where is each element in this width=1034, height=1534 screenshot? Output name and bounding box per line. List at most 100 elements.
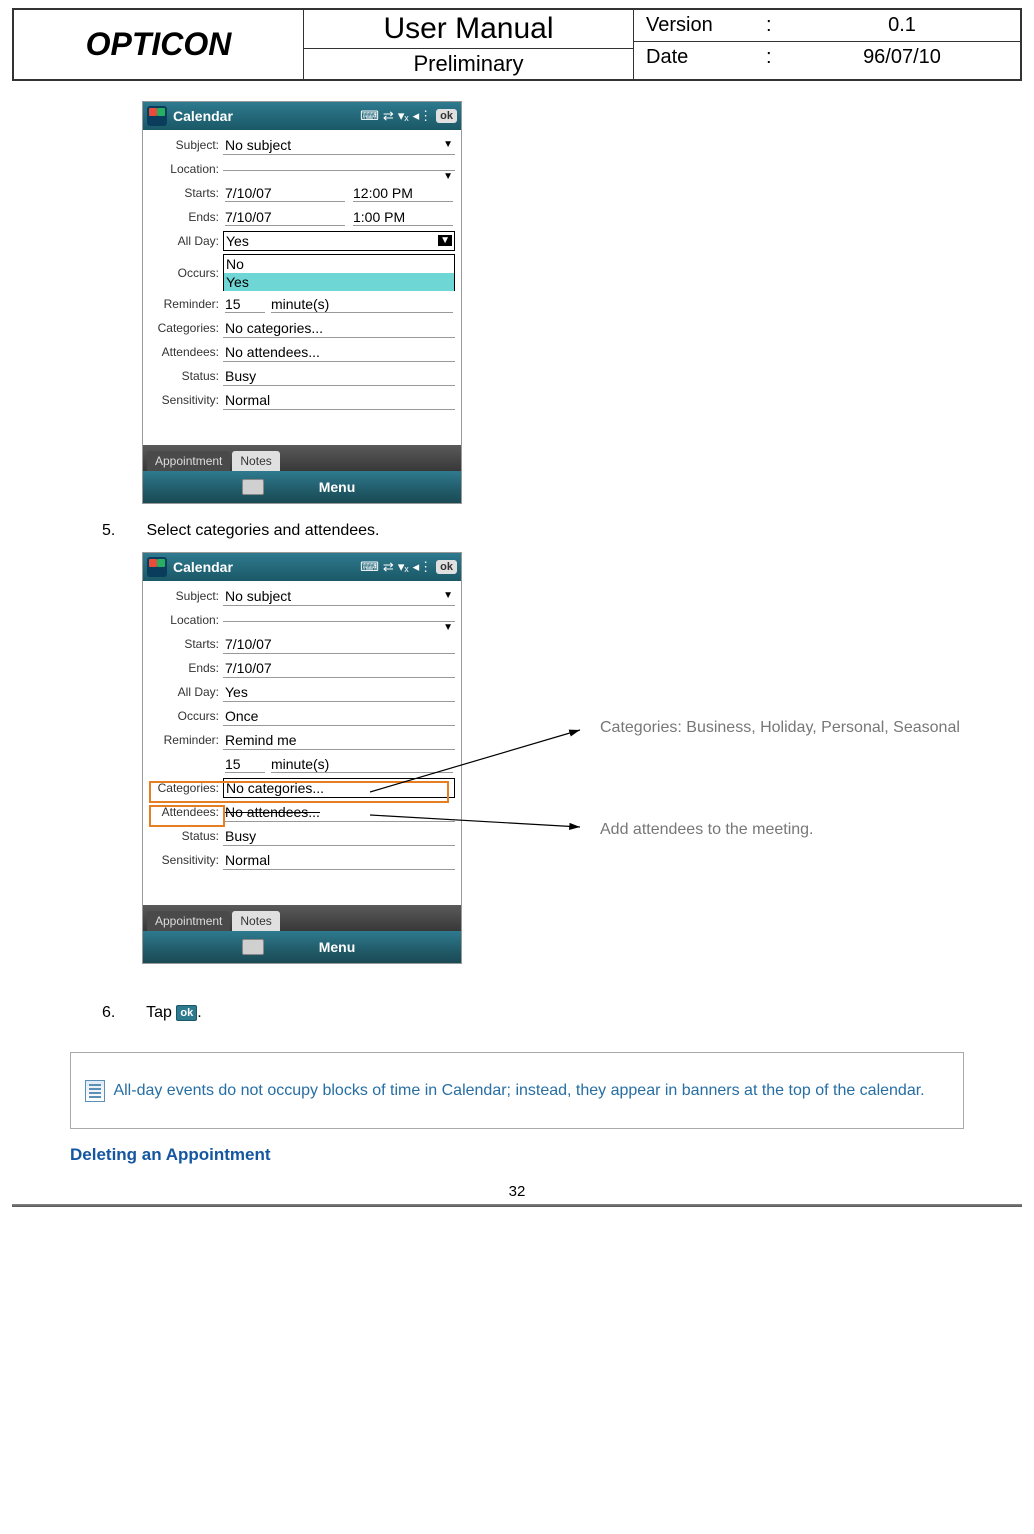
occurs-label: Occurs: — [149, 709, 223, 723]
reminder-qty[interactable]: 15 — [225, 296, 265, 313]
starts-date[interactable]: 7/10/07 — [225, 185, 345, 202]
status-field[interactable]: Busy — [223, 827, 455, 846]
menu-button[interactable]: Menu — [319, 479, 356, 495]
brand-name: OPTICON — [14, 10, 304, 79]
ok-button[interactable]: ok — [436, 560, 457, 574]
signal-icon[interactable]: ▾ₓ — [398, 108, 409, 124]
dropdown-caret-icon[interactable]: ▼ — [443, 622, 453, 633]
categories-label: Categories: — [149, 321, 223, 335]
version-label: Version — [646, 14, 766, 37]
reminder-qty[interactable]: 15 — [225, 756, 265, 773]
occurs-field[interactable]: Once — [223, 707, 455, 726]
speaker-icon[interactable]: ◂⋮ — [413, 108, 433, 124]
page-header: OPTICON User Manual Preliminary Version … — [12, 8, 1022, 81]
status-label: Status: — [149, 369, 223, 383]
reminder-field[interactable]: Remind me — [223, 731, 455, 750]
dropdown-caret-icon[interactable]: ▼ — [443, 139, 453, 150]
ends-date[interactable]: 7/10/07 — [225, 209, 345, 226]
attendees-field[interactable]: No attendees... — [223, 803, 455, 822]
page-number: 32 — [0, 1183, 1034, 1200]
footer-rule — [12, 1204, 1022, 1207]
tab-bar: Appointment Notes — [143, 445, 461, 471]
connectivity-icon[interactable]: ⇄ — [383, 559, 394, 575]
sensitivity-label: Sensitivity: — [149, 853, 223, 867]
starts-label: Starts: — [149, 186, 223, 200]
subject-field[interactable]: No subject▼ — [223, 136, 455, 155]
categories-field[interactable]: No categories... — [223, 778, 455, 798]
header-meta: Version : 0.1 Date : 96/07/10 — [634, 10, 1020, 79]
attendees-label: Attendees: — [149, 345, 223, 359]
menu-bar: Menu — [143, 931, 461, 963]
section-title: Deleting an Appointment — [70, 1145, 974, 1165]
speaker-icon[interactable]: ◂⋮ — [413, 559, 433, 575]
starts-date[interactable]: 7/10/07 — [223, 635, 455, 654]
starts-time[interactable]: 12:00 PM — [353, 185, 453, 202]
status-label: Status: — [149, 829, 223, 843]
allday-field[interactable]: Yes — [223, 683, 455, 702]
tab-notes[interactable]: Notes — [232, 911, 279, 931]
annotation-categories: Categories: Business, Holiday, Personal,… — [600, 712, 960, 744]
dropdown-caret-icon[interactable]: ▼ — [438, 235, 452, 246]
step-5: 5. Select categories and attendees. — [102, 522, 974, 540]
menu-button[interactable]: Menu — [319, 939, 356, 955]
reminder-unit[interactable]: minute(s) — [271, 296, 453, 313]
annotation-attendees: Add attendees to the meeting. — [600, 814, 980, 846]
ends-label: Ends: — [149, 661, 223, 675]
keyboard-icon[interactable] — [242, 479, 264, 495]
connectivity-icon[interactable]: ⇄ — [383, 108, 394, 124]
dropdown-caret-icon[interactable]: ▼ — [443, 590, 453, 601]
menu-bar: Menu — [143, 471, 461, 503]
ends-time[interactable]: 1:00 PM — [353, 209, 453, 226]
date-label: Date — [646, 46, 766, 69]
keyboard-icon[interactable] — [242, 939, 264, 955]
sensitivity-field[interactable]: Normal — [223, 391, 455, 410]
ok-button[interactable]: ok — [436, 109, 457, 123]
allday-label: All Day: — [149, 234, 223, 248]
location-label: Location: — [149, 162, 223, 176]
keyboard-mode-icon[interactable]: ⌨ — [360, 108, 379, 124]
step-text-before: Tap — [146, 1004, 176, 1021]
signal-icon[interactable]: ▾ₓ — [398, 559, 409, 575]
reminder-label: Reminder: — [149, 733, 223, 747]
screenshot-1: Calendar ⌨ ⇄ ▾ₓ ◂⋮ ok Subject:No subject… — [142, 101, 462, 504]
note-icon — [85, 1080, 105, 1102]
start-icon[interactable] — [147, 557, 167, 577]
titlebar: Calendar ⌨ ⇄ ▾ₓ ◂⋮ ok — [143, 102, 461, 130]
categories-field[interactable]: No categories... — [223, 319, 455, 338]
doc-title: User Manual — [304, 10, 633, 49]
step-6: 6. Tap ok. — [102, 1004, 974, 1022]
sensitivity-label: Sensitivity: — [149, 393, 223, 407]
keyboard-mode-icon[interactable]: ⌨ — [360, 559, 379, 575]
doc-subtitle: Preliminary — [304, 49, 633, 79]
start-icon[interactable] — [147, 106, 167, 126]
subject-label: Subject: — [149, 138, 223, 152]
tab-bar: Appointment Notes — [143, 905, 461, 931]
tab-appointment[interactable]: Appointment — [147, 911, 230, 931]
reminder-unit[interactable]: minute(s) — [271, 756, 453, 773]
dropdown-caret-icon[interactable]: ▼ — [443, 171, 453, 182]
step-number: 5. — [102, 522, 142, 540]
note-text: All-day events do not occupy blocks of t… — [113, 1082, 924, 1099]
ends-label: Ends: — [149, 210, 223, 224]
allday-dropdown[interactable]: Yes▼ — [223, 231, 455, 251]
subject-label: Subject: — [149, 589, 223, 603]
location-field[interactable]: ▼ — [223, 619, 455, 622]
location-field[interactable]: ▼ — [223, 168, 455, 171]
attendees-field[interactable]: No attendees... — [223, 343, 455, 362]
titlebar: Calendar ⌨ ⇄ ▾ₓ ◂⋮ ok — [143, 553, 461, 581]
categories-label: Categories: — [149, 781, 223, 795]
sensitivity-field[interactable]: Normal — [223, 851, 455, 870]
tab-notes[interactable]: Notes — [232, 451, 279, 471]
subject-field[interactable]: No subject▼ — [223, 587, 455, 606]
app-title: Calendar — [173, 108, 360, 124]
screenshot-2: Calendar ⌨ ⇄ ▾ₓ ◂⋮ ok Subject:No subject… — [142, 552, 462, 964]
reminder-label: Reminder: — [149, 297, 223, 311]
status-field[interactable]: Busy — [223, 367, 455, 386]
attendees-label: Attendees: — [149, 805, 223, 819]
app-title: Calendar — [173, 559, 360, 575]
occurs-dropdown-open[interactable]: NoYes — [223, 254, 455, 291]
allday-label: All Day: — [149, 685, 223, 699]
ends-date[interactable]: 7/10/07 — [223, 659, 455, 678]
starts-label: Starts: — [149, 637, 223, 651]
tab-appointment[interactable]: Appointment — [147, 451, 230, 471]
